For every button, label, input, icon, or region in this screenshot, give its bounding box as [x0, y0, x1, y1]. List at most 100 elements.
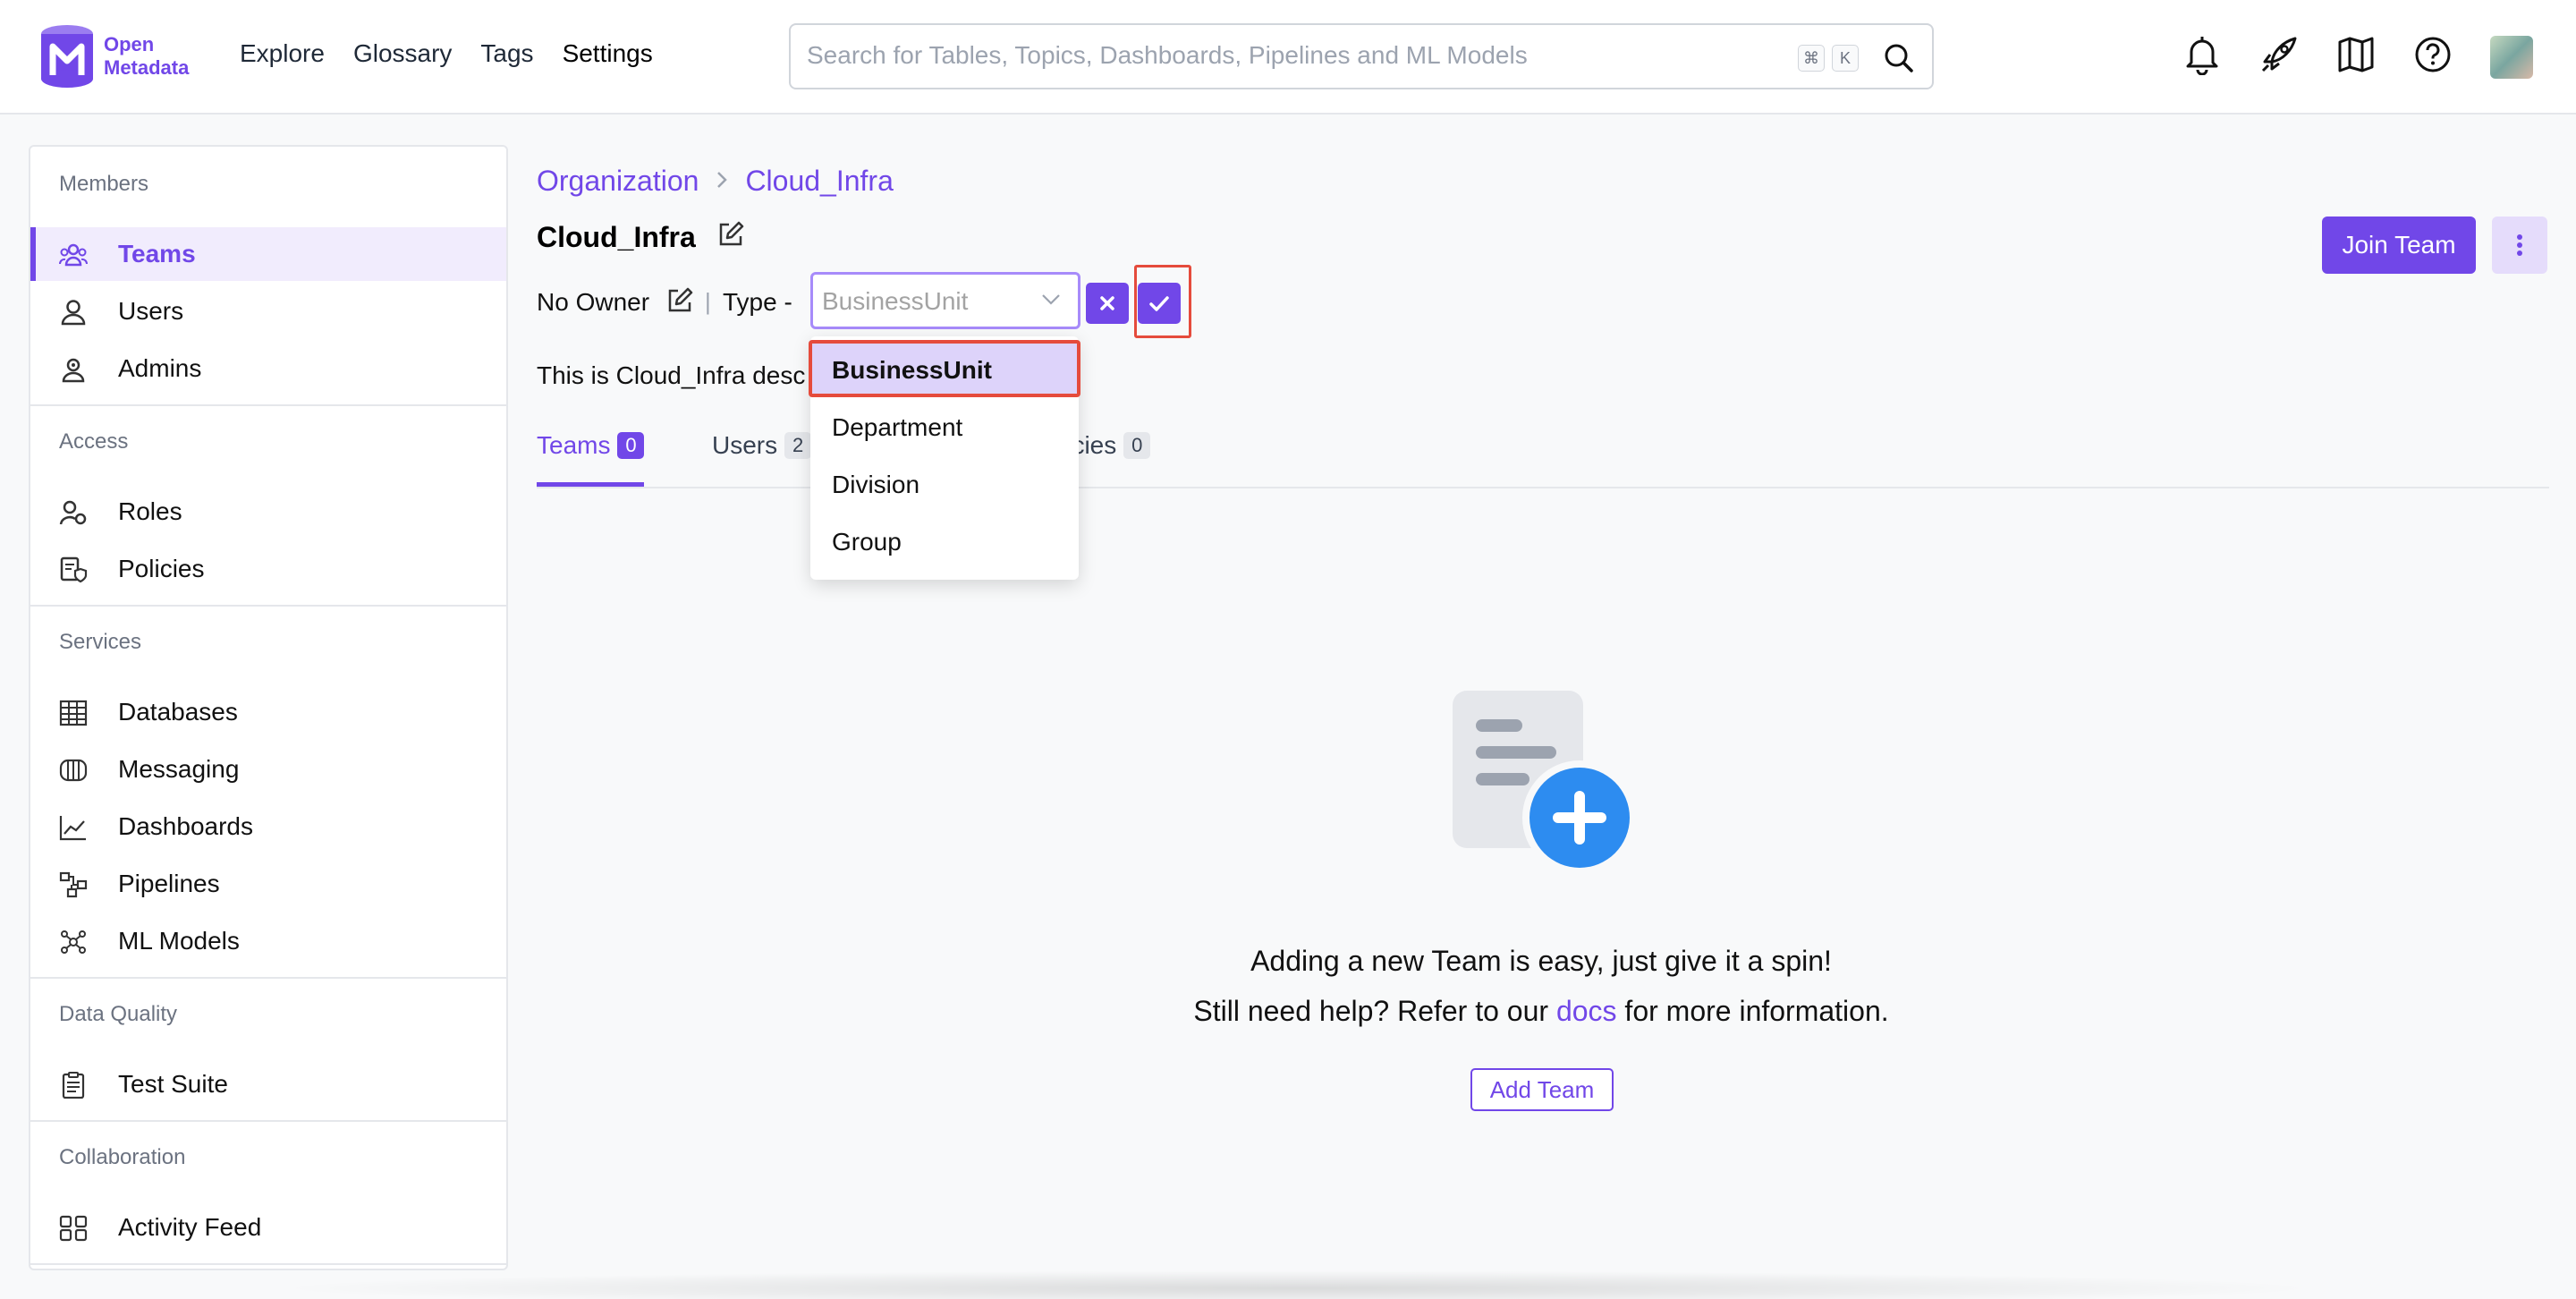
close-icon — [1100, 296, 1114, 310]
user-icon — [59, 299, 88, 326]
add-team-button[interactable]: Add Team — [1470, 1068, 1614, 1111]
sidebar-item-users[interactable]: Users — [30, 284, 506, 338]
sidebar-item-label: Pipelines — [118, 870, 220, 897]
join-team-button[interactable]: Join Team — [2322, 216, 2476, 274]
sidebar-divider — [30, 1120, 506, 1122]
test-suite-icon — [59, 1072, 88, 1099]
team-type-dropdown: BusinessUnit Department Division Group — [809, 336, 1080, 580]
main-nav: Explore Glossary Tags Settings — [240, 39, 653, 68]
tour-map-icon[interactable] — [2336, 35, 2376, 79]
dropdown-option-businessunit[interactable]: BusinessUnit — [809, 340, 1080, 397]
tab-count-badge: 0 — [617, 432, 645, 459]
rocket-icon[interactable] — [2259, 35, 2299, 79]
tab-label: Users — [712, 431, 778, 459]
sidebar-item-label: Admins — [118, 354, 202, 382]
global-search: ⌘ K — [789, 23, 1934, 89]
top-actions — [2182, 34, 2533, 80]
sidebar-divider — [30, 404, 506, 406]
check-icon — [1149, 296, 1169, 311]
edit-name-icon[interactable] — [716, 220, 745, 256]
sidebar-item-messaging[interactable]: Messaging — [30, 743, 506, 796]
help-icon[interactable] — [2413, 35, 2453, 79]
separator: | — [705, 288, 711, 315]
breadcrumb: Organization Cloud_Infra — [537, 165, 894, 198]
search-icon[interactable] — [1884, 43, 1914, 78]
edit-owner-icon[interactable] — [665, 286, 694, 319]
tab-teams[interactable]: Teams 0 — [537, 431, 645, 487]
docs-link[interactable]: docs — [1556, 995, 1617, 1027]
team-name: Cloud_Infra — [537, 221, 696, 253]
sidebar-item-roles[interactable]: Roles — [30, 485, 506, 539]
sidebar-item-label: Messaging — [118, 755, 240, 783]
sidebar-item-label: Roles — [118, 497, 182, 525]
team-type-select-value: BusinessUnit — [822, 287, 969, 315]
section-title-services: Services — [59, 630, 142, 654]
sidebar-item-test-suite[interactable]: Test Suite — [30, 1057, 506, 1111]
messaging-icon — [59, 757, 88, 784]
sidebar-item-dashboards[interactable]: Dashboards — [30, 800, 506, 853]
logo-text-line1: Open — [104, 33, 155, 55]
add-document-illustration-icon — [1449, 687, 1646, 879]
chevron-down-icon — [1040, 291, 1062, 313]
section-title-members: Members — [59, 172, 149, 196]
pipeline-icon — [59, 871, 88, 898]
page-title: Cloud_Infra — [537, 220, 745, 256]
notification-bell-icon[interactable] — [2182, 34, 2222, 80]
openmetadata-logo[interactable]: Open Metadata — [39, 21, 209, 91]
sidebar-divider — [30, 605, 506, 607]
sidebar-item-label: Activity Feed — [118, 1213, 262, 1241]
sidebar-item-label: Policies — [118, 555, 205, 582]
team-description: This is Cloud_Infra descr — [537, 361, 805, 389]
search-input[interactable] — [807, 41, 1791, 70]
sidebar-item-label: Dashboards — [118, 812, 253, 840]
type-label: Type - — [723, 288, 792, 316]
roles-icon — [59, 499, 88, 526]
table-icon — [59, 700, 88, 726]
sidebar-item-admins[interactable]: Admins — [30, 342, 506, 395]
confirm-type-button[interactable] — [1138, 283, 1181, 324]
activity-feed-icon — [59, 1215, 88, 1242]
breadcrumb-organization[interactable]: Organization — [537, 165, 699, 198]
logo-text: Open Metadata — [104, 33, 189, 80]
chevron-right-icon — [715, 166, 729, 197]
kbd-k-key: K — [1832, 45, 1859, 72]
dropdown-option-department[interactable]: Department — [810, 399, 1079, 456]
cancel-type-button[interactable] — [1086, 283, 1129, 324]
openmetadata-logo-icon — [39, 23, 95, 89]
nav-glossary[interactable]: Glossary — [353, 39, 452, 68]
top-navbar: Open Metadata Explore Glossary Tags Sett… — [0, 0, 2576, 115]
dropdown-option-group[interactable]: Group — [810, 514, 1079, 571]
sidebar-item-label: Test Suite — [118, 1070, 228, 1098]
sidebar-item-activity-feed[interactable]: Activity Feed — [30, 1201, 506, 1254]
section-title-access: Access — [59, 429, 129, 454]
sidebar-item-pipelines[interactable]: Pipelines — [30, 857, 506, 911]
section-title-collaboration: Collaboration — [59, 1145, 186, 1169]
tab-label: Teams — [537, 431, 611, 459]
nav-tags[interactable]: Tags — [480, 39, 533, 68]
team-type-select[interactable]: BusinessUnit — [810, 272, 1080, 329]
logo-text-line2: Metadata — [104, 56, 190, 79]
sidebar-item-databases[interactable]: Databases — [30, 685, 506, 739]
admin-icon — [59, 356, 88, 383]
empty-state-help: Still need help? Refer to our docs for m… — [0, 995, 2576, 1028]
tab-count-badge: 2 — [784, 432, 812, 459]
sidebar-item-label: Users — [118, 297, 184, 325]
dropdown-option-division[interactable]: Division — [810, 456, 1079, 514]
settings-sidebar: Members Teams Users Admins Access Roles … — [29, 145, 508, 1270]
more-options-button[interactable] — [2492, 216, 2547, 274]
user-avatar[interactable] — [2490, 35, 2533, 79]
teams-icon — [59, 242, 88, 268]
sidebar-item-policies[interactable]: Policies — [30, 542, 506, 596]
bottom-shadow — [268, 1270, 2326, 1299]
nav-explore[interactable]: Explore — [240, 39, 325, 68]
nav-settings[interactable]: Settings — [563, 39, 653, 68]
kbd-cmd-icon: ⌘ — [1798, 45, 1825, 72]
policies-icon — [59, 556, 88, 583]
help-text-post: for more information. — [1616, 995, 1889, 1027]
tab-users[interactable]: Users 2 — [712, 431, 812, 487]
sidebar-item-teams[interactable]: Teams — [30, 227, 506, 281]
owner-label: No Owner — [537, 288, 650, 316]
sidebar-item-label: Databases — [118, 698, 238, 726]
sidebar-item-label: Teams — [118, 240, 196, 267]
breadcrumb-current[interactable]: Cloud_Infra — [745, 165, 893, 198]
